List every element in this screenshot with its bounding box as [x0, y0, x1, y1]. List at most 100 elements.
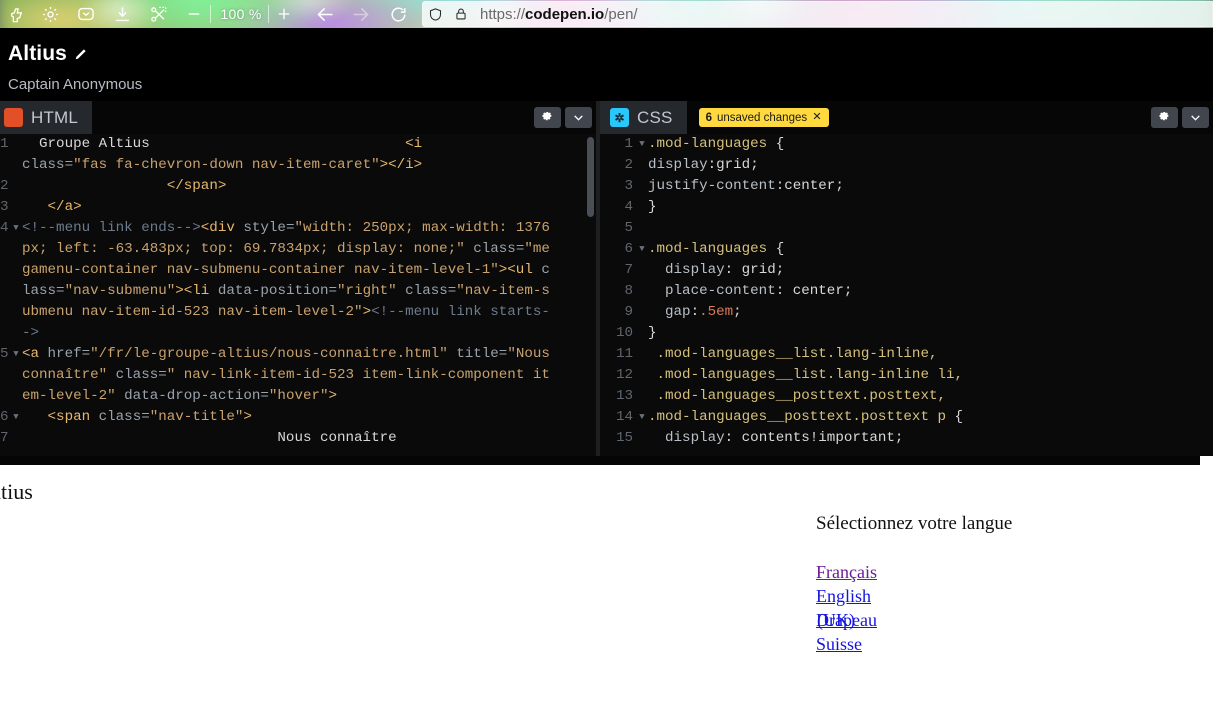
code-token: grid: [741, 262, 776, 278]
code-token: center: [784, 178, 836, 194]
zoom-level-label[interactable]: 100 %: [215, 2, 267, 26]
code-text[interactable]: </a>: [22, 197, 552, 218]
html-editor-scrollbar[interactable]: [587, 137, 594, 217]
lang-link-english[interactable]: English: [816, 584, 1012, 608]
code-text[interactable]: </span>: [22, 176, 552, 197]
fold-toggle-icon[interactable]: ▼: [636, 239, 648, 260]
code-line[interactable]: 7 Nous connaître: [0, 428, 596, 449]
code-text[interactable]: <!--menu link ends--><div style="width: …: [22, 218, 552, 344]
code-token: data-position=: [217, 283, 338, 299]
code-text[interactable]: gap:.5em;: [648, 302, 1203, 323]
code-text[interactable]: .mod-languages {: [648, 134, 1203, 155]
code-line[interactable]: 3 justify-content:center;: [600, 176, 1213, 197]
tab-html[interactable]: HTML: [0, 101, 93, 134]
code-line[interactable]: 8 place-content: center;: [600, 281, 1213, 302]
code-text[interactable]: display: grid;: [648, 260, 1203, 281]
code-text[interactable]: Nous connaître: [22, 428, 552, 449]
code-text[interactable]: display: contents!important;: [648, 428, 1203, 449]
forward-arrow-icon[interactable]: [348, 2, 372, 26]
code-token: ;: [894, 430, 904, 446]
code-line[interactable]: 13 .mod-languages__posttext.posttext,: [600, 386, 1213, 407]
fold-toggle-icon[interactable]: ▼: [10, 344, 22, 407]
code-text[interactable]: .mod-languages__list.lang-inline li,: [648, 365, 1203, 386]
code-token: :: [707, 157, 717, 173]
code-line[interactable]: 1 ▼ .mod-languages {: [600, 134, 1213, 155]
zoom-in-icon[interactable]: [272, 2, 296, 26]
lang-link-drapeau[interactable]: Drapeau: [816, 608, 877, 632]
code-text[interactable]: justify-content:center;: [648, 176, 1203, 197]
unsaved-changes-badge[interactable]: 6 unsaved changes: [698, 108, 830, 127]
shield-icon[interactable]: [422, 1, 448, 27]
save-to-pocket-icon[interactable]: [74, 2, 98, 26]
code-text[interactable]: [648, 218, 1203, 239]
settings-gear-icon[interactable]: [38, 2, 62, 26]
code-line[interactable]: 14 ▼ .mod-languages__posttext.posttext p {: [600, 407, 1213, 428]
code-text[interactable]: class="fas fa-chevron-down nav-item-care…: [22, 155, 552, 176]
preview-right-margin: [1200, 456, 1213, 709]
code-line[interactable]: 12 .mod-languages__list.lang-inline li,: [600, 365, 1213, 386]
code-text[interactable]: display:grid;: [648, 155, 1203, 176]
zoom-out-icon[interactable]: [182, 2, 206, 26]
code-line[interactable]: 1 Groupe Altius <i: [0, 134, 596, 155]
page-title[interactable]: Altius: [8, 42, 88, 66]
code-text[interactable]: .mod-languages__list.lang-inline,: [648, 344, 1203, 365]
lang-link-francais[interactable]: Français: [816, 560, 1012, 584]
code-text[interactable]: }: [648, 323, 1203, 344]
code-token: "/fr/le-groupe-altius/nous-connaitre.htm…: [90, 346, 457, 362]
css-collapse-chevron-down-icon[interactable]: [1182, 107, 1209, 128]
screenshot-scissors-icon[interactable]: [146, 2, 170, 26]
code-text[interactable]: }: [648, 197, 1203, 218]
html-collapse-chevron-down-icon[interactable]: [565, 107, 592, 128]
code-line[interactable]: 15 display: contents!important;: [600, 428, 1213, 449]
back-arrow-icon[interactable]: [313, 2, 337, 26]
pocket-icon[interactable]: [4, 2, 28, 26]
code-text[interactable]: .mod-languages {: [648, 239, 1203, 260]
code-line[interactable]: class="fas fa-chevron-down nav-item-care…: [0, 155, 596, 176]
css-settings-gear-icon[interactable]: [1151, 107, 1178, 128]
code-line[interactable]: 3 </a>: [0, 197, 596, 218]
code-line[interactable]: 6 ▼ <span class="nav-title">: [0, 407, 596, 428]
code-token: ><ul: [498, 262, 542, 278]
code-line[interactable]: 10}: [600, 323, 1213, 344]
code-line[interactable]: 9 gap:.5em;: [600, 302, 1213, 323]
code-text[interactable]: .mod-languages__posttext.posttext p {: [648, 407, 1203, 428]
address-bar[interactable]: https://codepen.io/pen/: [422, 1, 1213, 27]
code-token: <a: [22, 346, 48, 362]
code-text[interactable]: Groupe Altius <i: [22, 134, 552, 155]
code-line[interactable]: 5 ▼ <a href="/fr/le-groupe-altius/nous-con…: [0, 344, 596, 407]
url-text[interactable]: https://codepen.io/pen/: [480, 6, 638, 23]
reload-icon[interactable]: [386, 2, 410, 26]
fold-toggle-icon[interactable]: ▼: [636, 407, 648, 428]
code-token: <div: [200, 220, 244, 236]
pencil-edit-icon[interactable]: [74, 47, 88, 61]
fold-toggle-icon[interactable]: ▼: [636, 134, 648, 155]
line-number: 5: [0, 346, 9, 362]
code-line[interactable]: 6 ▼ .mod-languages {: [600, 239, 1213, 260]
download-arrow-icon[interactable]: [110, 2, 134, 26]
html-settings-gear-icon[interactable]: [534, 107, 561, 128]
code-line[interactable]: 4 ▼ <!--menu link ends--><div style="width…: [0, 218, 596, 344]
lock-icon[interactable]: [448, 1, 474, 27]
code-text[interactable]: .mod-languages__posttext.posttext,: [648, 386, 1203, 407]
url-path: /pen/: [604, 5, 638, 23]
overlapping-language-links: (UK) Drapeau: [816, 608, 1012, 632]
code-line[interactable]: 11 .mod-languages__list.lang-inline,: [600, 344, 1213, 365]
code-text[interactable]: <a href="/fr/le-groupe-altius/nous-conna…: [22, 344, 552, 407]
pen-author[interactable]: Captain Anonymous: [8, 76, 142, 93]
x-icon[interactable]: [812, 111, 822, 124]
fold-toggle-icon[interactable]: ▼: [10, 407, 22, 428]
css-code-content[interactable]: 1 ▼ .mod-languages {2 display:grid; 3 justify…: [600, 134, 1213, 456]
code-line[interactable]: 7 display: grid;: [600, 260, 1213, 281]
code-line[interactable]: 4}: [600, 197, 1213, 218]
tab-css[interactable]: ✲ CSS: [600, 101, 687, 134]
code-text[interactable]: place-content: center;: [648, 281, 1203, 302]
lang-link-suisse[interactable]: Suisse: [816, 632, 1012, 656]
code-line[interactable]: 2 display:grid;: [600, 155, 1213, 176]
html-code-content[interactable]: 1 Groupe Altius <i class="fas fa-chevron-…: [0, 134, 596, 456]
code-line[interactable]: 2 </span>: [0, 176, 596, 197]
code-line[interactable]: 5: [600, 218, 1213, 239]
fold-toggle-icon[interactable]: ▼: [10, 218, 22, 344]
code-text[interactable]: <span class="nav-title">: [22, 407, 552, 428]
